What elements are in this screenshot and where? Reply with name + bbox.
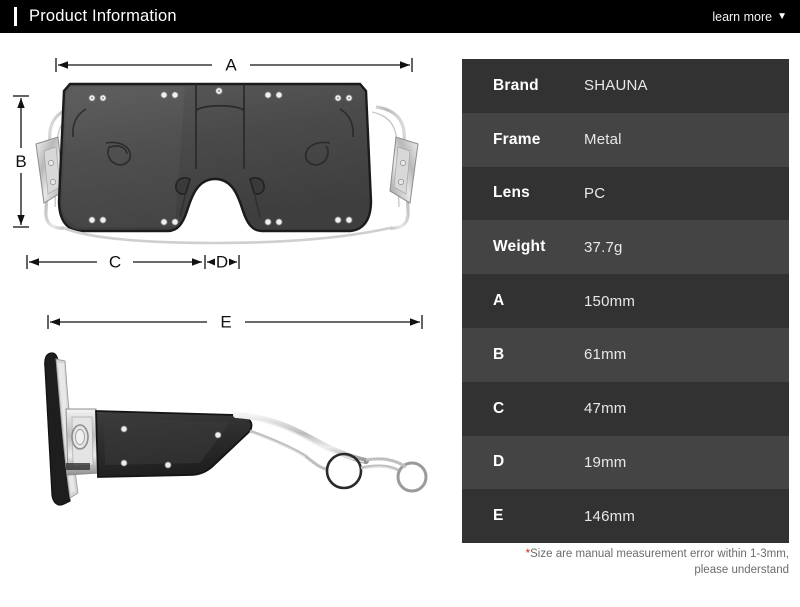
table-row: A 150mm xyxy=(462,274,789,328)
spec-value: SHAUNA xyxy=(584,77,648,95)
spec-value: 61mm xyxy=(584,346,627,364)
product-information-page: Product Information learn more ▼ A B C D… xyxy=(0,0,800,607)
table-row: Lens PC xyxy=(462,166,789,221)
table-row: Weight 37.7g xyxy=(462,220,789,275)
specification-table: Brand SHAUNA Frame Metal Lens PC Weight … xyxy=(462,59,789,544)
learn-more-label: learn more xyxy=(712,9,773,24)
header-accent-bar xyxy=(14,7,17,26)
spec-key: Lens xyxy=(493,184,530,202)
table-row: D 19mm xyxy=(462,435,789,490)
dimension-label-d: D xyxy=(216,253,228,272)
disclaimer-line-2: please understand xyxy=(694,563,789,576)
spec-value: 146mm xyxy=(584,507,636,525)
spec-key: B xyxy=(493,345,505,363)
dimension-label-a: A xyxy=(225,56,237,75)
dimension-label-e: E xyxy=(220,313,231,332)
spec-value: 150mm xyxy=(584,292,636,310)
spec-key: D xyxy=(493,453,505,471)
spec-key: A xyxy=(493,292,505,310)
measurement-disclaimer: *Size are manual measurement error withi… xyxy=(462,547,789,578)
spec-value: 19mm xyxy=(584,453,627,471)
spec-value: PC xyxy=(584,184,606,202)
spec-key: C xyxy=(493,399,505,417)
side-hinge-bracket xyxy=(65,408,99,476)
dimension-arrow-e xyxy=(47,315,423,329)
table-row: E 146mm xyxy=(462,489,789,544)
diagram-column: A B C D E xyxy=(0,33,455,607)
side-temple-loops xyxy=(249,429,428,493)
disclaimer-line-1: Size are manual measurement error within… xyxy=(530,548,789,560)
table-row: B 61mm xyxy=(462,327,789,382)
sunglasses-front-view: A B C D xyxy=(0,51,455,283)
spec-value: 37.7g xyxy=(584,238,623,256)
page-title: Product Information xyxy=(29,7,177,25)
learn-more-button[interactable]: learn more ▼ xyxy=(712,10,787,24)
table-row: Brand SHAUNA xyxy=(462,59,789,113)
table-row: Frame Metal xyxy=(462,112,789,167)
front-hinge-right xyxy=(389,136,419,204)
spec-key: Weight xyxy=(493,238,546,256)
spec-key: E xyxy=(493,507,504,525)
sunglasses-side-view: E xyxy=(0,305,455,535)
chevron-down-icon: ▼ xyxy=(777,10,787,22)
spec-key: Frame xyxy=(493,130,541,148)
table-row: C 47mm xyxy=(462,381,789,436)
page-header: Product Information learn more ▼ xyxy=(0,0,800,33)
spec-key: Brand xyxy=(493,76,539,94)
spec-value: 47mm xyxy=(584,400,627,418)
dimension-label-b: B xyxy=(15,152,26,171)
dimension-label-c: C xyxy=(109,253,121,272)
spec-value: Metal xyxy=(584,131,622,149)
